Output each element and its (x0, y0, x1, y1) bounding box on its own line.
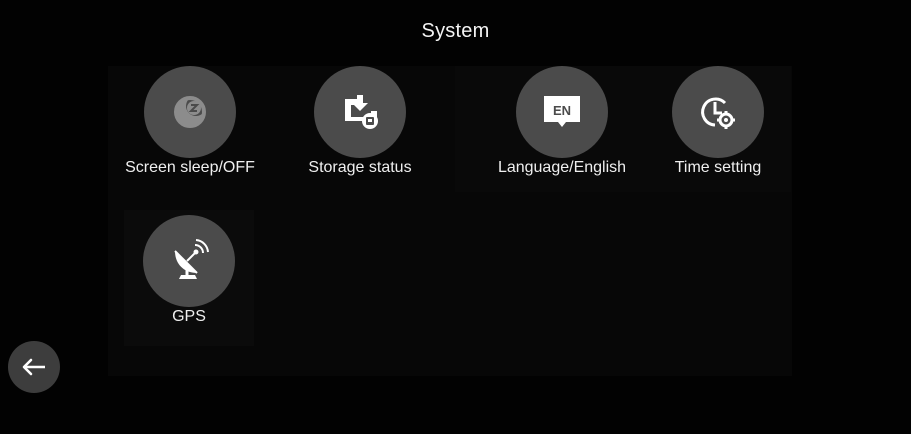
language-button[interactable]: EN Language/English (477, 66, 647, 186)
page-title: System (421, 20, 490, 42)
screen-sleep-icon (168, 90, 212, 134)
back-arrow-icon (21, 358, 47, 376)
language-circle: EN (516, 66, 608, 158)
storage-status-label: Storage status (308, 159, 412, 176)
screen-sleep-button[interactable]: Screen sleep/OFF (105, 66, 275, 186)
storage-status-circle (314, 66, 406, 158)
language-icon: EN (538, 88, 586, 136)
language-icon-text: EN (553, 103, 571, 118)
time-setting-button[interactable]: Time setting (633, 66, 803, 186)
screen-sleep-circle (144, 66, 236, 158)
storage-icon (337, 89, 383, 135)
clock-gear-icon (695, 89, 741, 135)
gps-button[interactable]: GPS (104, 215, 274, 335)
storage-status-button[interactable]: Storage status (275, 66, 445, 186)
language-label: Language/English (497, 159, 627, 176)
gps-circle (143, 215, 235, 307)
system-screen: System Screen sleep/OFF Storage status E… (0, 0, 911, 434)
back-button[interactable] (8, 341, 60, 393)
time-setting-label: Time setting (674, 159, 762, 176)
time-setting-circle (672, 66, 764, 158)
screen-sleep-label: Screen sleep/OFF (125, 159, 255, 176)
satellite-dish-icon (165, 237, 213, 285)
gps-label: GPS (172, 308, 206, 325)
